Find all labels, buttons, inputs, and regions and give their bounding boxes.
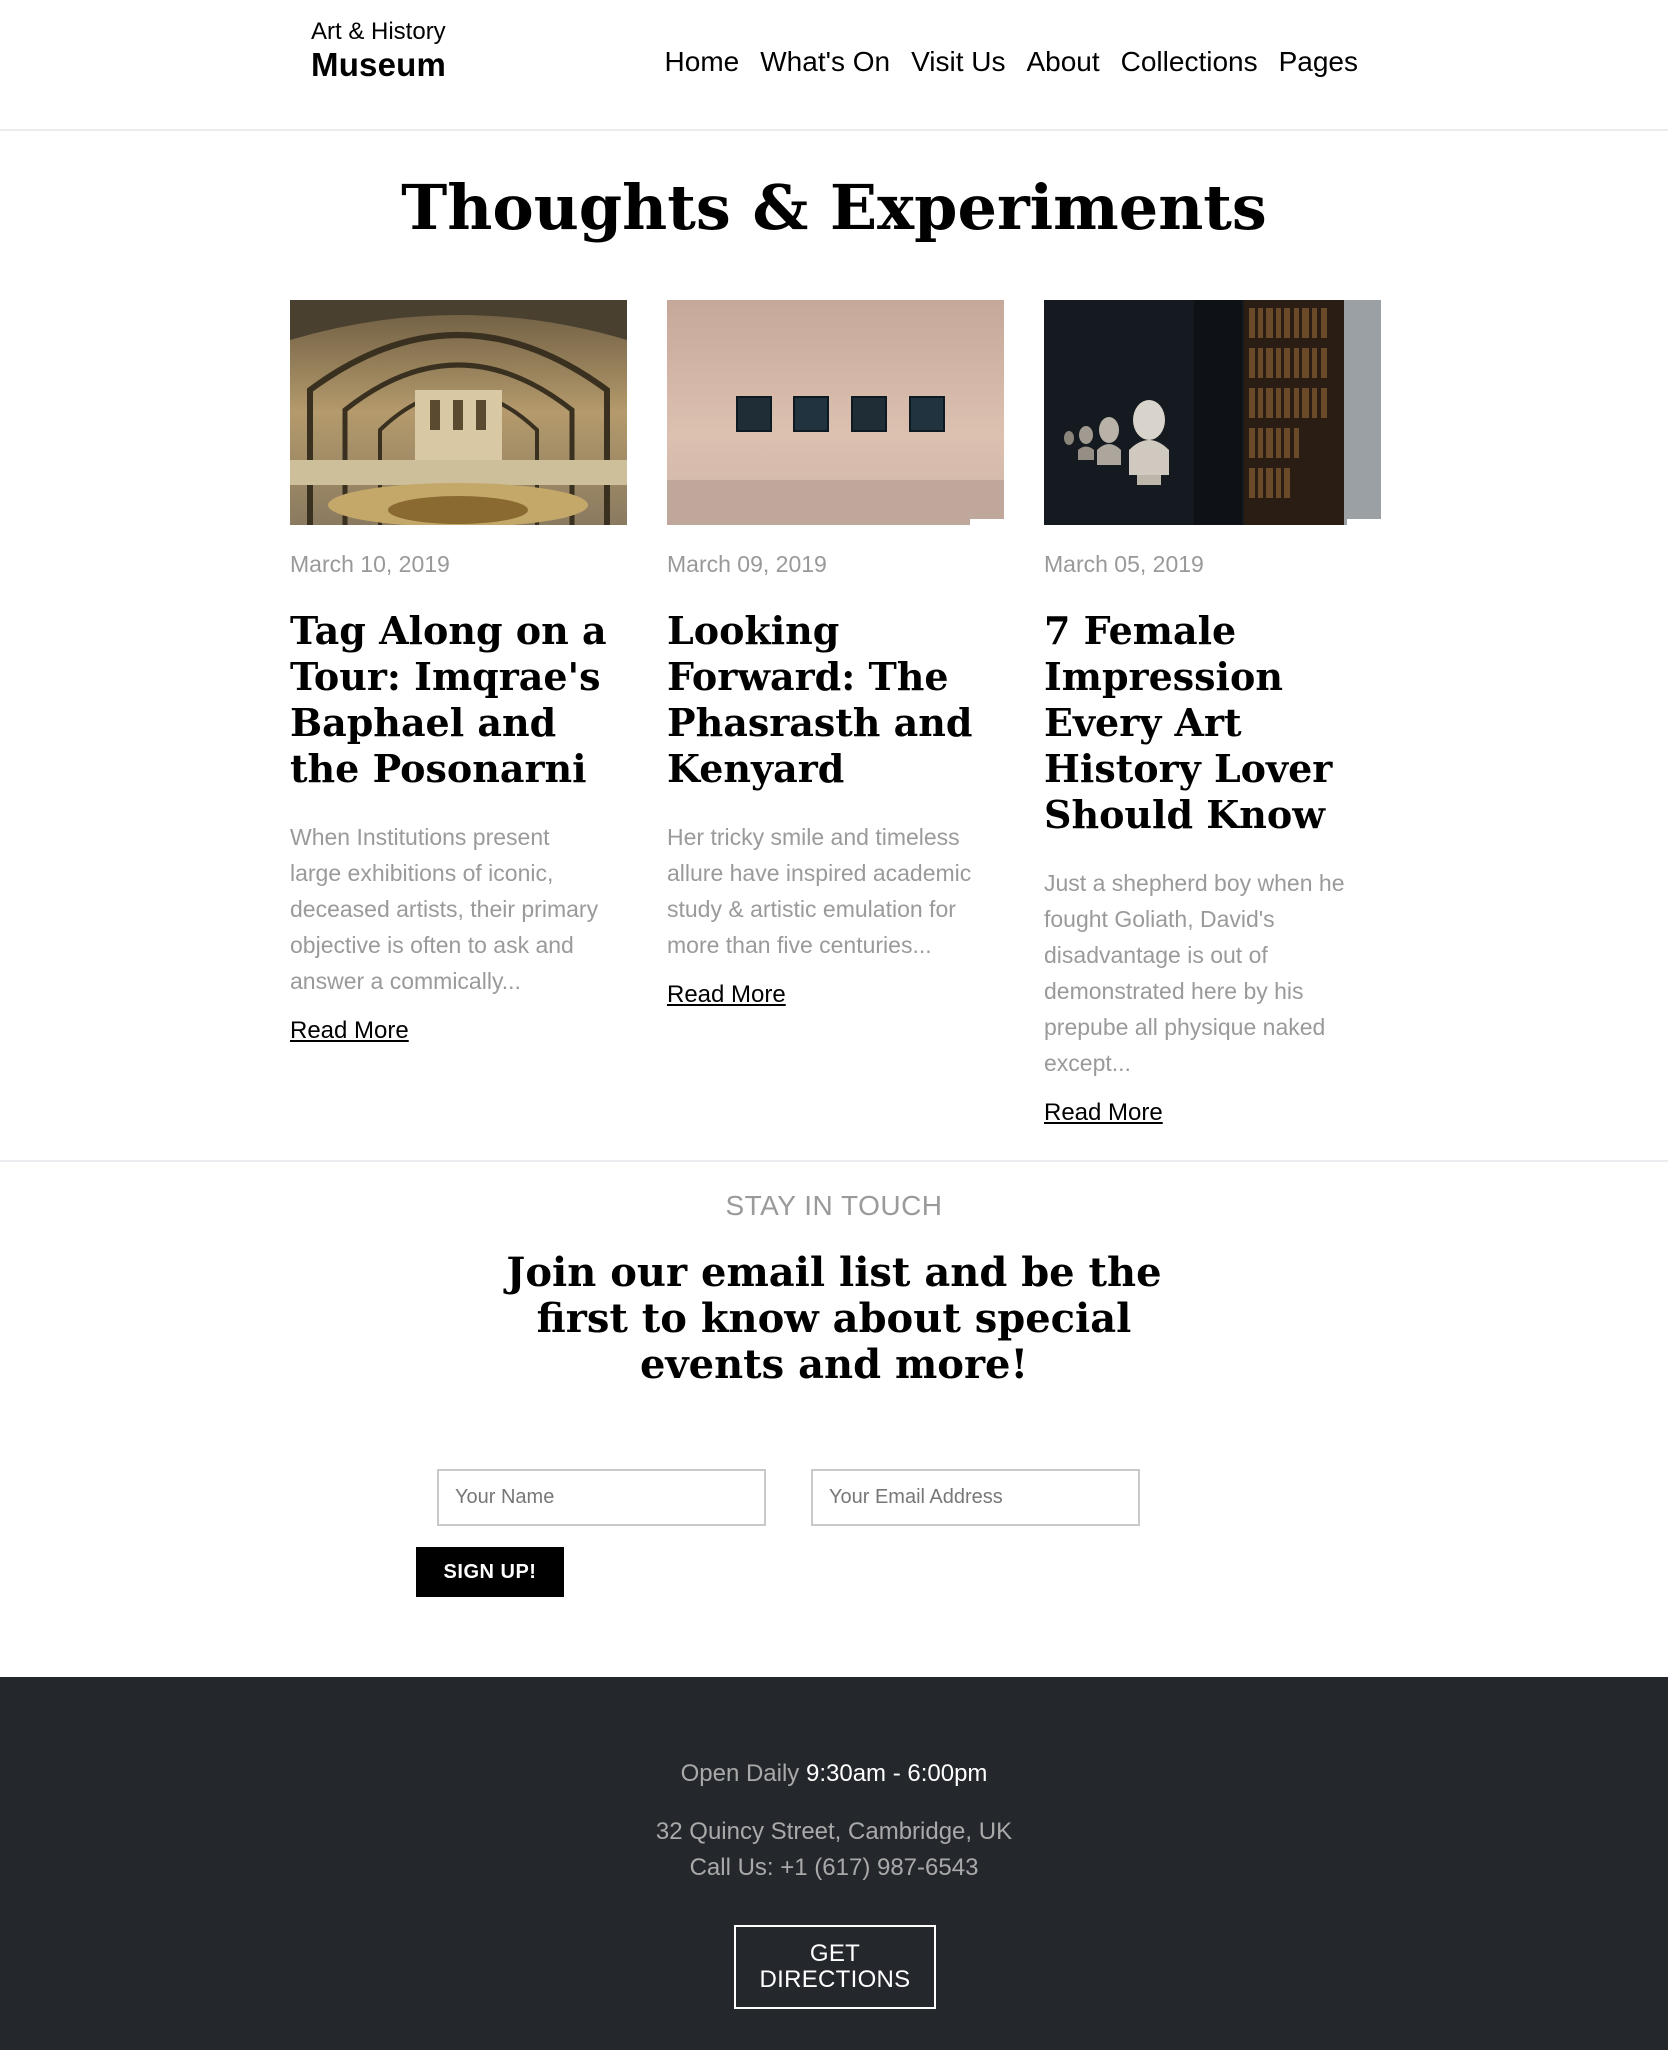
email-field[interactable]: [811, 1469, 1140, 1526]
hours-label: Open Daily: [680, 1760, 800, 1787]
read-more-link[interactable]: Read More: [1044, 1098, 1163, 1128]
hours-value: 9:30am - 6:00pm: [805, 1760, 988, 1787]
post-excerpt: When Institutions present large exhibiti…: [290, 824, 599, 994]
post-image-gallery-wall[interactable]: [667, 300, 1004, 525]
sign-up-button[interactable]: SIGN UP!: [416, 1547, 564, 1597]
post-date: March 10, 2019: [290, 551, 450, 577]
opening-hours: Open Daily 9:30am - 6:00pm: [0, 1759, 1668, 1789]
nav-pages[interactable]: Pages: [1279, 44, 1358, 80]
section-divider: [0, 1160, 1668, 1162]
post-date: March 09, 2019: [667, 551, 827, 577]
section-title: Thoughts & Experiments: [401, 171, 1267, 244]
post-excerpt: Just a shepherd boy when he fought Golia…: [1044, 870, 1345, 1076]
phone: Call Us: +1 (617) 987-6543: [689, 1854, 979, 1881]
nav-home[interactable]: Home: [665, 44, 740, 80]
contact-info: 32 Quincy Street, Cambridge, UK Call Us:…: [0, 1814, 1668, 1886]
directions-label-line2: DIRECTIONS: [759, 1966, 911, 1993]
nav-visit-us[interactable]: Visit Us: [911, 44, 1005, 80]
directions-label-line1: GET: [809, 1940, 861, 1967]
nav-whats-on[interactable]: What's On: [760, 44, 890, 80]
site-footer: Open Daily 9:30am - 6:00pm 32 Quincy Str…: [0, 1677, 1668, 2050]
read-more-link[interactable]: Read More: [667, 980, 786, 1010]
post-image-library-busts[interactable]: [1044, 300, 1381, 525]
nav-collections[interactable]: Collections: [1121, 44, 1258, 80]
post-date: March 05, 2019: [1044, 551, 1204, 577]
logo-subtitle: Art & History: [311, 18, 446, 45]
read-more-link[interactable]: Read More: [290, 1016, 409, 1046]
newsletter-eyebrow: STAY IN TOUCH: [725, 1190, 943, 1221]
site-logo[interactable]: Art & History Museum: [311, 18, 446, 84]
blog-card: March 09, 2019 Looking Forward: The Phas…: [667, 300, 1004, 1010]
main-nav: Home What's On Visit Us About Collection…: [665, 44, 1358, 80]
post-title[interactable]: Looking Forward: The Phasrasth and Kenya…: [667, 608, 987, 792]
blog-card: March 05, 2019 7 Female Impression Every…: [1044, 300, 1381, 1128]
blog-card: March 10, 2019 Tag Along on a Tour: Imqr…: [290, 300, 627, 1046]
nav-about[interactable]: About: [1026, 44, 1099, 80]
post-title[interactable]: 7 Female Impression Every Art History Lo…: [1044, 608, 1364, 838]
address: 32 Quincy Street, Cambridge, UK: [655, 1818, 1013, 1845]
post-image-museum-hall[interactable]: [290, 300, 627, 525]
logo-title: Museum: [311, 46, 447, 83]
post-title[interactable]: Tag Along on a Tour: Imqrae's Baphael an…: [290, 608, 610, 792]
newsletter-heading: Join our email list and be the first to …: [506, 1249, 1162, 1388]
site-header: Art & History Museum Home What's On Visi…: [0, 0, 1668, 131]
get-directions-button[interactable]: GET DIRECTIONS: [734, 1925, 936, 2009]
post-excerpt: Her tricky smile and timeless allure hav…: [667, 824, 972, 958]
name-field[interactable]: [437, 1469, 766, 1526]
